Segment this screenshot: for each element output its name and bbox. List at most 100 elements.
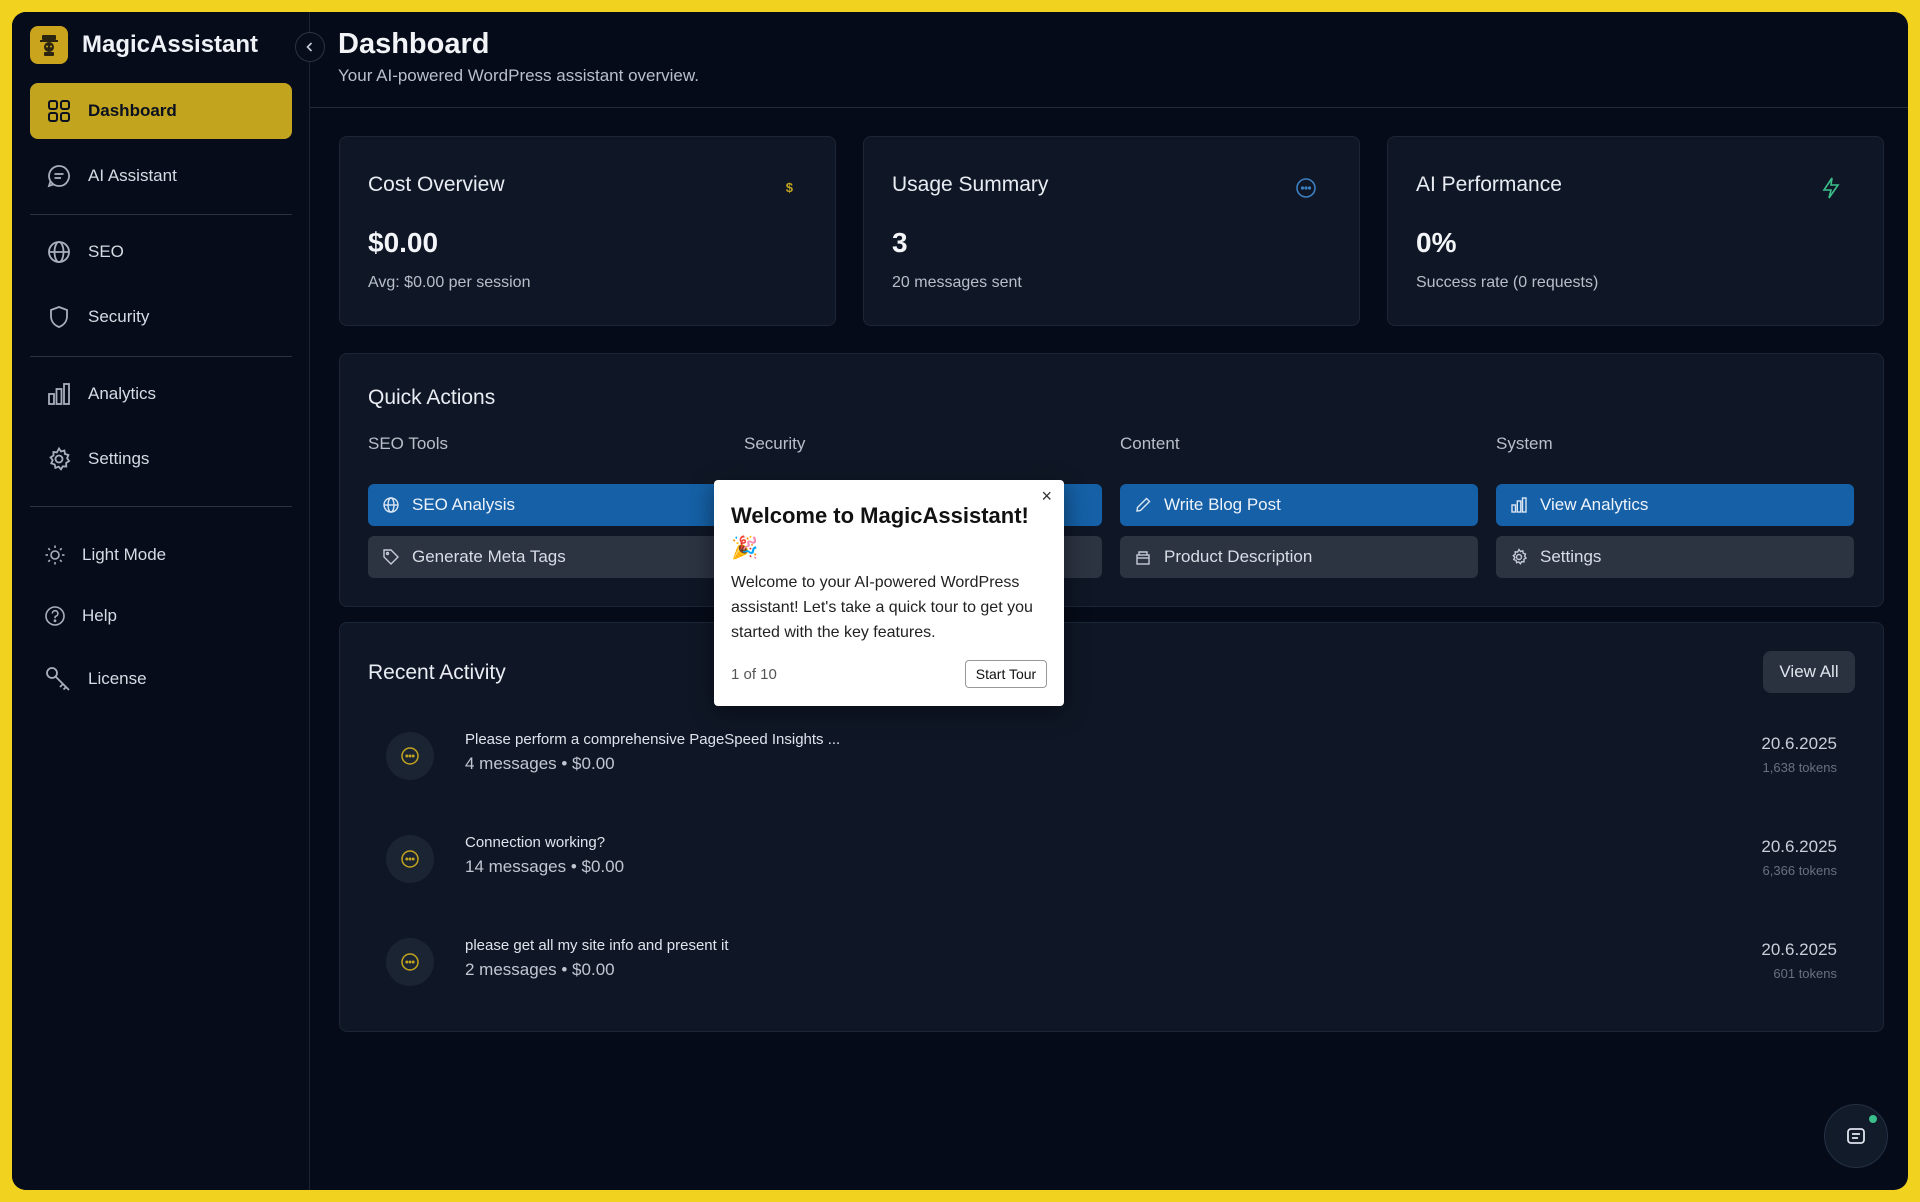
- sidebar-item-settings[interactable]: Settings: [30, 431, 292, 487]
- write-blog-post-button[interactable]: Write Blog Post: [1120, 484, 1478, 526]
- cost-value: $0.00: [368, 227, 439, 258]
- key-icon: [46, 667, 70, 691]
- online-status-dot: [1867, 1113, 1879, 1125]
- button-label: Settings: [1540, 547, 1602, 566]
- chat-launcher-button[interactable]: [1824, 1104, 1888, 1168]
- activity-tokens: 6,366 tokens: [1762, 863, 1837, 878]
- settings-button[interactable]: Settings: [1496, 536, 1854, 578]
- activity-meta: 2 messages • $0.00: [465, 960, 615, 979]
- card-title: Usage Summary: [892, 173, 1049, 196]
- sidebar-item-seo[interactable]: SEO: [30, 224, 292, 280]
- activity-item[interactable]: Connection working? 14 messages • $0.00 …: [386, 829, 1837, 889]
- button-label: SEO Analysis: [412, 495, 515, 514]
- chat-launcher-icon: [1847, 1128, 1865, 1144]
- chat-bubble-icon: [386, 835, 434, 883]
- card-title: AI Performance: [1416, 173, 1562, 196]
- dashboard-icon: [48, 100, 70, 122]
- sidebar-item-label: AI Assistant: [88, 166, 177, 185]
- messages-sent: 20 messages sent: [892, 274, 1022, 291]
- light-mode-toggle[interactable]: Light Mode: [30, 527, 292, 583]
- page-subtitle: Your AI-powered WordPress assistant over…: [338, 66, 699, 85]
- sidebar-item-security[interactable]: Security: [30, 289, 292, 345]
- activity-date: 20.6.2025: [1761, 940, 1837, 959]
- usage-value: 3: [892, 227, 908, 258]
- sidebar-item-label: Security: [88, 307, 150, 326]
- sidebar-item-label: Settings: [88, 449, 150, 468]
- quick-actions-card: Quick Actions SEO Tools Security Content…: [339, 353, 1884, 607]
- globe-icon: [48, 241, 70, 263]
- recent-activity-card: Recent Activity View All Please perform …: [339, 622, 1884, 1032]
- generate-meta-tags-button[interactable]: Generate Meta Tags: [368, 536, 726, 578]
- sidebar-divider: [30, 506, 292, 507]
- button-label: Write Blog Post: [1164, 495, 1281, 514]
- view-all-button[interactable]: View All: [1763, 651, 1855, 693]
- product-description-button[interactable]: Product Description: [1120, 536, 1478, 578]
- tag-icon: [383, 549, 399, 565]
- cost-overview-card: Cost Overview $ $0.00 Avg: $0.00 per ses…: [339, 136, 836, 326]
- sidebar-item-ai-assistant[interactable]: AI Assistant: [30, 148, 292, 204]
- gear-icon: [49, 446, 71, 471]
- license-link[interactable]: License: [30, 651, 292, 707]
- column-label-system: System: [1496, 434, 1553, 453]
- page-title: Dashboard: [338, 28, 490, 60]
- usage-summary-card: Usage Summary 3 20 messages sent: [863, 136, 1360, 326]
- column-label-content: Content: [1120, 434, 1180, 453]
- button-label: Product Description: [1164, 547, 1313, 566]
- brand-name: MagicAssistant: [82, 31, 259, 58]
- dollar-icon: $: [785, 180, 793, 195]
- activity-date: 20.6.2025: [1761, 837, 1837, 856]
- activity-title: Please perform a comprehensive PageSpeed…: [465, 731, 841, 748]
- pencil-icon: [1136, 497, 1151, 512]
- bar-chart-icon: [1511, 497, 1527, 513]
- chat-icon: [47, 165, 70, 188]
- view-analytics-button[interactable]: View Analytics: [1496, 484, 1854, 526]
- welcome-tour-popup: × Welcome to MagicAssistant! 🎉 Welcome t…: [714, 480, 1064, 706]
- brand[interactable]: MagicAssistant: [30, 26, 258, 64]
- card-title: Cost Overview: [368, 173, 505, 196]
- success-rate: Success rate (0 requests): [1416, 274, 1599, 291]
- activity-tokens: 1,638 tokens: [1762, 760, 1837, 775]
- sidebar-item-label: Dashboard: [88, 101, 177, 120]
- cost-average: Avg: $0.00 per session: [368, 274, 531, 291]
- chat-bubble-icon: [1295, 177, 1317, 204]
- tour-title: Welcome to MagicAssistant! 🎉: [731, 503, 1029, 560]
- chevron-left-icon: [306, 42, 313, 52]
- activity-tokens: 601 tokens: [1773, 966, 1837, 981]
- sidebar-item-dashboard[interactable]: Dashboard: [30, 83, 292, 139]
- activity-meta: 4 messages • $0.00: [465, 754, 615, 773]
- sun-icon: [45, 545, 65, 565]
- help-link[interactable]: Help: [30, 588, 292, 644]
- tour-body: Welcome to your AI-powered WordPress ass…: [731, 574, 1033, 641]
- activity-title: Connection working?: [465, 834, 606, 851]
- button-label: Generate Meta Tags: [412, 547, 566, 566]
- sidebar-divider: [30, 356, 292, 357]
- collapse-sidebar-button[interactable]: [295, 32, 325, 62]
- logo-icon: [30, 26, 68, 64]
- app-window: MagicAssistant Dashboard AI Assistant SE…: [12, 12, 1908, 1190]
- package-icon: [1136, 551, 1150, 565]
- sidebar: MagicAssistant Dashboard AI Assistant SE…: [12, 12, 310, 1190]
- gear-icon: [1512, 548, 1528, 565]
- chat-bubble-icon: [386, 732, 434, 780]
- recent-activity-title: Recent Activity: [368, 661, 506, 684]
- seo-analysis-button[interactable]: SEO Analysis: [368, 484, 726, 526]
- performance-value: 0%: [1416, 227, 1457, 258]
- lightning-icon: [1821, 177, 1841, 204]
- activity-item[interactable]: Please perform a comprehensive PageSpeed…: [386, 726, 1837, 786]
- sidebar-item-label: SEO: [88, 242, 124, 261]
- start-tour-button[interactable]: Start Tour: [965, 660, 1047, 688]
- column-label-security: Security: [744, 434, 806, 453]
- bar-chart-icon: [48, 383, 70, 405]
- help-icon: [45, 606, 65, 626]
- close-icon[interactable]: ×: [1041, 486, 1052, 507]
- globe-icon: [383, 497, 399, 513]
- activity-meta: 14 messages • $0.00: [465, 857, 625, 876]
- button-label: View Analytics: [1540, 495, 1649, 514]
- activity-item[interactable]: please get all my site info and present …: [386, 932, 1837, 992]
- license-label: License: [88, 669, 147, 688]
- chat-bubble-icon: [386, 938, 434, 986]
- sidebar-item-analytics[interactable]: Analytics: [30, 366, 292, 422]
- sidebar-divider: [30, 214, 292, 215]
- page-header: Dashboard Your AI-powered WordPress assi…: [310, 12, 1908, 108]
- light-mode-label: Light Mode: [82, 545, 167, 564]
